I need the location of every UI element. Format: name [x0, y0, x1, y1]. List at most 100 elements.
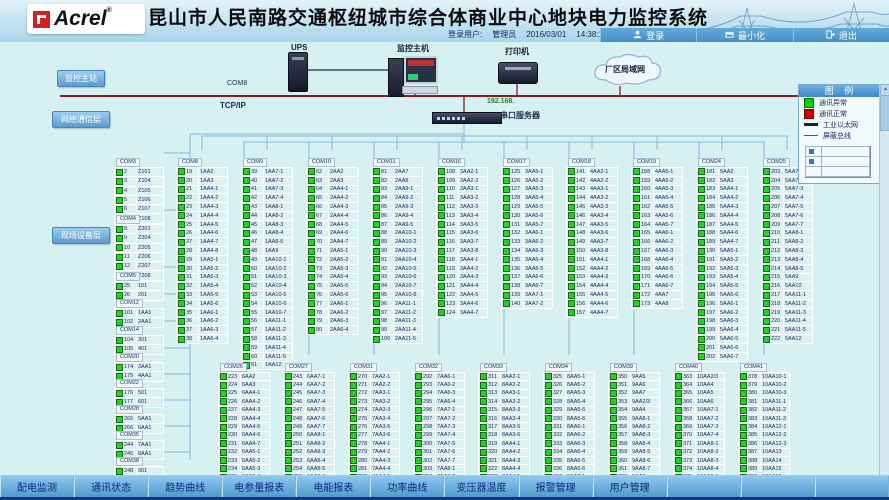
minimize-button[interactable]: 最小化: [696, 28, 792, 42]
toolbar-button-电能报表[interactable]: 电能报表: [296, 476, 370, 497]
device-name: 1AA6-1: [199, 310, 227, 316]
sidebar-button-1[interactable]: 网络通信层: [52, 111, 110, 128]
device-name: 7AA4-4: [371, 466, 399, 472]
com-port-label: COM10: [308, 158, 335, 167]
status-indicator-icon: [285, 415, 292, 422]
device-name: 1AA11-3: [264, 336, 292, 342]
device-name: 2AA5-2: [329, 257, 357, 263]
status-indicator-icon: [633, 168, 640, 175]
device-address: 108: [446, 169, 459, 175]
toolbar-button-报警管理[interactable]: 报警管理: [519, 476, 593, 497]
device-address: 185: [706, 204, 719, 210]
device-name: 101: [137, 283, 163, 289]
status-indicator-icon: [610, 457, 617, 464]
toolbar-button-通讯状态[interactable]: 通讯状态: [74, 476, 148, 497]
device-name: 2AA5-6: [329, 292, 357, 298]
com-port-label: COM26: [220, 363, 247, 372]
device-name: 1AA1: [137, 310, 163, 316]
sidebar-button-2[interactable]: 现场设备层: [52, 227, 110, 244]
toolbar-button-变压器温度[interactable]: 变压器温度: [444, 476, 518, 497]
status-indicator-icon: [438, 300, 445, 307]
device-address: 53: [251, 292, 264, 298]
status-indicator-icon: [503, 274, 510, 281]
device-address: 37: [186, 327, 199, 333]
status-indicator-icon: [633, 283, 640, 290]
status-indicator-icon: [633, 265, 640, 272]
exit-button[interactable]: 退出: [793, 28, 889, 42]
device-address: 250: [293, 432, 306, 438]
status-indicator-icon: [438, 248, 445, 255]
device-name: 1AA4-7: [199, 239, 227, 245]
minimize-icon: [725, 30, 734, 41]
device-row-5AA12[interactable]: 2225AA12: [761, 334, 813, 344]
device-name: 10AA7-4: [696, 432, 724, 438]
device-name: 1AA5-4: [199, 283, 227, 289]
device-address: 333: [553, 441, 566, 447]
status-indicator-icon: [243, 344, 250, 351]
device-name: 9AA4: [631, 407, 659, 413]
device-address: 110: [446, 186, 459, 192]
login-button[interactable]: 登录: [600, 28, 696, 42]
device-name: 1AA7-4: [264, 195, 292, 201]
device-address: 352: [618, 390, 631, 396]
device-name: 8AA2-1: [501, 374, 529, 380]
status-indicator-icon: [698, 168, 705, 175]
status-indicator-icon: [698, 212, 705, 219]
device-address: 199: [706, 327, 719, 333]
device-address: 91: [381, 257, 394, 263]
device-name: 3AA4-2: [459, 266, 487, 272]
toolbar-button-配电监测[interactable]: 配电监测: [0, 476, 74, 497]
toolbar-button-趋势曲线[interactable]: 趋势曲线: [148, 476, 222, 497]
status-indicator-icon: [438, 177, 445, 184]
device-address: 320: [488, 449, 501, 455]
host-monitor-icon: [404, 56, 438, 84]
device-name: 7AA6-2: [436, 382, 464, 388]
status-indicator-icon: [415, 457, 422, 464]
device-name: 2AA11-2: [394, 310, 422, 316]
device-address: 208: [771, 213, 784, 219]
device-name: 3AA6-6: [524, 274, 552, 280]
com-port-label: COM40: [675, 363, 702, 372]
com-table-COM11: COM11812AA7822AA8832AA9-1842AA9-2852AA9-…: [371, 150, 423, 344]
status-indicator-icon: [243, 265, 250, 272]
device-name: 7AA7-1: [436, 407, 464, 413]
device-row-1AA6-4[interactable]: 381AA6-4: [176, 334, 228, 344]
device-name: 10AA8-2: [696, 449, 724, 455]
vertical-scrollbar[interactable]: ▲ ▼: [879, 84, 889, 479]
status-indicator-icon: [178, 195, 185, 202]
device-row-2AA11-5[interactable]: 1002AA11-5: [371, 334, 423, 344]
com-table-COM32: COM322927AA6-12937AA6-22947AA6-32957AA6-…: [413, 355, 465, 479]
device-address: 62: [316, 169, 329, 175]
status-indicator-icon: [308, 256, 315, 263]
device-name: 1AA4-3: [199, 204, 227, 210]
device-row-3AA7-2[interactable]: 1403AA7-2: [501, 299, 553, 309]
status-indicator-icon: [350, 465, 357, 472]
device-row-3AA4-7[interactable]: 1243AA4-7: [436, 308, 488, 318]
status-indicator-icon: [116, 337, 123, 344]
device-name: 6AA4-6: [241, 432, 269, 438]
device-address: 109: [446, 178, 459, 184]
device-address: 40: [251, 178, 264, 184]
status-indicator-icon: [116, 416, 123, 423]
device-name: 8AA6-1: [566, 424, 594, 430]
com-port-label: COM11: [373, 158, 400, 167]
device-name: 4AA3-7: [589, 239, 617, 245]
device-address: 247: [293, 407, 306, 413]
device-row-4AA4-7[interactable]: 1574AA4-7: [566, 308, 618, 318]
status-indicator-icon: [285, 390, 292, 397]
device-name: 1AA8-1: [264, 204, 292, 210]
toolbar-button-用户管理[interactable]: 用户管理: [593, 476, 667, 497]
sidebar-button-0[interactable]: 监控主站: [57, 70, 105, 87]
status-indicator-icon: [243, 177, 250, 184]
toolbar-button-电参量报表[interactable]: 电参量报表: [222, 476, 296, 497]
status-indicator-icon: [220, 449, 227, 456]
status-indicator-icon: [438, 292, 445, 299]
status-indicator-icon: [698, 221, 705, 228]
toolbar-button-功率曲线[interactable]: 功率曲线: [370, 476, 444, 497]
device-name: 7AA7-4: [436, 432, 464, 438]
device-row-4AA8[interactable]: 1734AA8: [631, 299, 683, 309]
login-label: 登录用户:: [448, 30, 482, 39]
acrel-logo-icon: [33, 11, 50, 28]
scrollbar-thumb[interactable]: [880, 95, 889, 131]
device-row-2AA6-4[interactable]: 802AA6-4: [306, 325, 358, 335]
